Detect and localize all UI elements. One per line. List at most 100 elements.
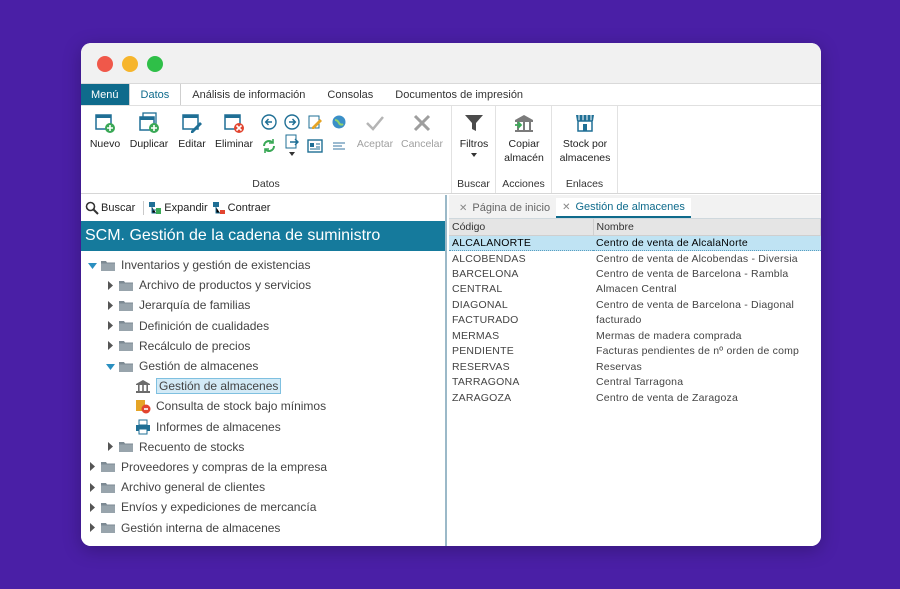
tab-datos[interactable]: Datos bbox=[128, 84, 182, 105]
expanded-arrow-icon[interactable] bbox=[87, 260, 97, 270]
cancelar-label: Cancelar bbox=[400, 138, 444, 150]
expanded-arrow-icon[interactable] bbox=[105, 361, 115, 371]
table-row[interactable]: MERMAS Mermas de madera comprada bbox=[449, 328, 821, 344]
folder-icon bbox=[119, 340, 133, 352]
tree-item-informes[interactable]: Informes de almacenes bbox=[81, 417, 445, 437]
collapsed-arrow-icon[interactable] bbox=[87, 523, 97, 533]
tree-item-recuento[interactable]: Recuento de stocks bbox=[81, 437, 445, 457]
tree-item-consulta-stock[interactable]: Consulta de stock bajo mínimos bbox=[81, 396, 445, 416]
copiar-label-2: almacén bbox=[504, 152, 544, 164]
collapsed-arrow-icon[interactable] bbox=[87, 502, 97, 512]
table-row[interactable]: FACTURADO facturado bbox=[449, 313, 821, 329]
ribbon-group-acciones: Copiar almacén Acciones bbox=[496, 106, 552, 193]
column-header-codigo[interactable]: Código bbox=[449, 219, 594, 236]
maximize-window-button[interactable] bbox=[147, 56, 163, 72]
tree-item-gestion-interna[interactable]: Gestión interna de almacenes bbox=[81, 517, 445, 537]
menu-button[interactable]: Menú bbox=[81, 84, 129, 105]
cancelar-button[interactable]: Cancelar bbox=[399, 112, 445, 151]
forward-arrow-icon[interactable] bbox=[284, 114, 300, 130]
cell-nombre: facturado bbox=[596, 314, 642, 327]
nuevo-button[interactable]: Nuevo bbox=[87, 112, 123, 151]
form-view-icon[interactable] bbox=[307, 138, 323, 154]
search-icon bbox=[85, 201, 99, 215]
minimize-window-button[interactable] bbox=[122, 56, 138, 72]
tree-item-inventarios[interactable]: Inventarios y gestión de existencias bbox=[81, 255, 445, 275]
collapsed-arrow-icon[interactable] bbox=[105, 442, 115, 452]
table-row[interactable]: BARCELONA Centro de venta de Barcelona - … bbox=[449, 266, 821, 282]
export-document-icon[interactable] bbox=[284, 134, 300, 150]
filtros-button[interactable]: Filtros bbox=[455, 112, 493, 158]
folder-icon bbox=[119, 300, 133, 311]
collapsed-arrow-icon[interactable] bbox=[105, 341, 115, 351]
eliminar-button[interactable]: Eliminar bbox=[213, 112, 255, 151]
globe-icon[interactable] bbox=[331, 114, 347, 130]
close-tab-icon[interactable]: ✕ bbox=[562, 202, 570, 213]
tab-documentos[interactable]: Documentos de impresión bbox=[384, 84, 534, 105]
list-icon[interactable] bbox=[331, 138, 347, 154]
aceptar-button[interactable]: Aceptar bbox=[355, 112, 395, 151]
tree-item-proveedores[interactable]: Proveedores y compras de la empresa bbox=[81, 457, 445, 477]
tree-item-envios[interactable]: Envíos y expediciones de mercancía bbox=[81, 497, 445, 517]
cell-codigo: ALCOBENDAS bbox=[452, 252, 526, 265]
tree-item-jerarquia[interactable]: Jerarquía de familias bbox=[81, 295, 445, 315]
doc-tab-gestion-almacenes[interactable]: ✕ Gestión de almacenes bbox=[556, 198, 691, 218]
expand-tree-icon bbox=[149, 202, 162, 214]
table-row[interactable]: DIAGONAL Centro de venta de Barcelona - D… bbox=[449, 297, 821, 313]
close-tab-icon[interactable]: ✕ bbox=[459, 203, 467, 214]
refresh-icon[interactable] bbox=[261, 138, 277, 154]
table-row[interactable]: ALCALANORTE Centro de venta de AlcalaNort… bbox=[449, 234, 821, 251]
tree-item-label: Definición de cualidades bbox=[139, 318, 270, 333]
copiar-almacen-button[interactable]: Copiar almacén bbox=[499, 112, 549, 165]
cell-nombre: Centro de venta de AlcalaNorte bbox=[593, 234, 821, 251]
tab-analisis[interactable]: Análisis de información bbox=[181, 84, 316, 105]
folder-icon bbox=[119, 280, 133, 291]
contraer-button[interactable]: Contraer bbox=[212, 201, 270, 215]
buscar-tree-button[interactable]: Buscar bbox=[85, 201, 135, 215]
collapsed-arrow-icon[interactable] bbox=[105, 300, 115, 310]
stock-por-almacenes-button[interactable]: Stock por almacenes bbox=[555, 112, 615, 165]
edit-pencil-icon[interactable] bbox=[307, 114, 323, 130]
check-icon bbox=[366, 116, 384, 131]
group-label-datos: Datos bbox=[252, 178, 280, 190]
ribbon-group-datos: Nuevo Duplicar Editar Eliminar Aceptar C… bbox=[81, 106, 452, 193]
tree-item-cualidades[interactable]: Definición de cualidades bbox=[81, 316, 445, 336]
table-row[interactable]: ALCOBENDAS Centro de venta de Alcobendas … bbox=[449, 251, 821, 267]
collapsed-arrow-icon[interactable] bbox=[105, 321, 115, 331]
doc-tab-inicio[interactable]: ✕ Página de inicio bbox=[453, 198, 556, 218]
table-row[interactable]: ZARAGOZA Centro de venta de Zaragoza bbox=[449, 390, 821, 406]
close-window-button[interactable] bbox=[97, 56, 113, 72]
cancel-x-icon bbox=[413, 114, 431, 132]
back-arrow-icon[interactable] bbox=[261, 114, 277, 130]
tree-item-label: Inventarios y gestión de existencias bbox=[121, 258, 311, 273]
tree-item-label: Informes de almacenes bbox=[156, 419, 281, 434]
duplicar-button[interactable]: Duplicar bbox=[127, 112, 171, 151]
stock-label-2: almacenes bbox=[559, 152, 611, 164]
column-header-nombre[interactable]: Nombre bbox=[593, 219, 821, 236]
cell-nombre: Central Tarragona bbox=[596, 376, 684, 389]
tree-item-archivo-productos[interactable]: Archivo de productos y servicios bbox=[81, 275, 445, 295]
collapsed-arrow-icon[interactable] bbox=[87, 482, 97, 492]
navigation-pane: Buscar Expandir Contraer SCM. Gestión de… bbox=[81, 195, 447, 546]
tree-item-clientes[interactable]: Archivo general de clientes bbox=[81, 477, 445, 497]
table-row[interactable]: TARRAGONA Central Tarragona bbox=[449, 375, 821, 391]
expandir-button[interactable]: Expandir bbox=[148, 201, 208, 215]
tree-item-recalculo[interactable]: Recálculo de precios bbox=[81, 336, 445, 356]
tree-item-gestion-almacenes-folder[interactable]: Gestión de almacenes bbox=[81, 356, 445, 376]
tree-item-gestion-almacenes[interactable]: Gestión de almacenes bbox=[81, 376, 445, 396]
warehouse-icon bbox=[136, 380, 150, 394]
cell-nombre: Centro de venta de Barcelona - Diagonal bbox=[596, 298, 795, 311]
collapsed-arrow-icon[interactable] bbox=[87, 462, 97, 472]
tab-consolas[interactable]: Consolas bbox=[316, 84, 384, 105]
copiar-label-1: Copiar bbox=[508, 138, 540, 150]
chevron-down-icon bbox=[471, 153, 477, 157]
tree-toolbar: Buscar Expandir Contraer bbox=[81, 195, 445, 221]
table-row[interactable]: RESERVAS Reservas bbox=[449, 359, 821, 375]
app-window: Menú Datos Análisis de información Conso… bbox=[81, 43, 821, 546]
editar-label: Editar bbox=[178, 138, 206, 150]
chevron-down-icon[interactable] bbox=[288, 150, 296, 158]
collapsed-arrow-icon[interactable] bbox=[105, 280, 115, 290]
table-row[interactable]: CENTRAL Almacen Central bbox=[449, 282, 821, 298]
table-row[interactable]: PENDIENTE Facturas pendientes de nº orden… bbox=[449, 344, 821, 360]
stock-alert-icon bbox=[136, 400, 151, 414]
editar-button[interactable]: Editar bbox=[175, 112, 209, 151]
